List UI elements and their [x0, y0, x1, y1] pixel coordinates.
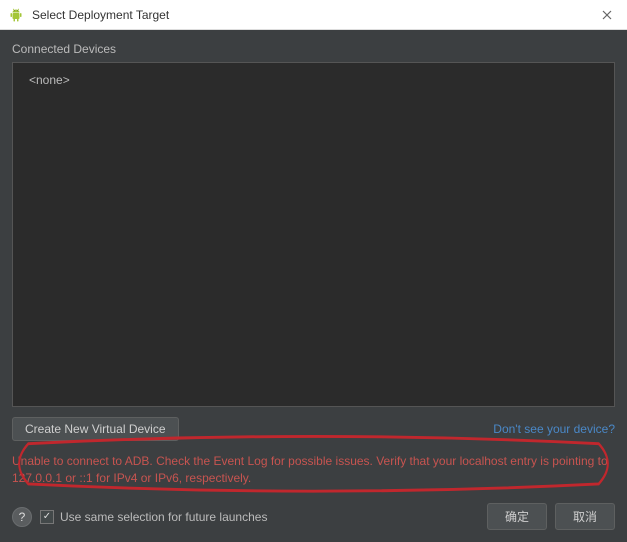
- remember-selection-checkbox[interactable]: ✓ Use same selection for future launches: [40, 510, 267, 524]
- footer-buttons: 确定 取消: [487, 503, 615, 530]
- no-device-link[interactable]: Don't see your device?: [493, 422, 615, 436]
- android-icon: [8, 7, 24, 23]
- help-button[interactable]: ?: [12, 507, 32, 527]
- device-list[interactable]: <none>: [12, 62, 615, 407]
- create-virtual-device-button[interactable]: Create New Virtual Device: [12, 417, 179, 441]
- footer: ? ✓ Use same selection for future launch…: [12, 503, 615, 530]
- dialog-content: Connected Devices <none> Create New Virt…: [0, 30, 627, 542]
- titlebar: Select Deployment Target: [0, 0, 627, 30]
- ok-button[interactable]: 确定: [487, 503, 547, 530]
- close-icon: [602, 10, 612, 20]
- checkbox-label: Use same selection for future launches: [60, 510, 267, 524]
- action-row: Create New Virtual Device Don't see your…: [12, 417, 615, 441]
- error-message: Unable to connect to ADB. Check the Even…: [12, 453, 615, 487]
- error-wrap: Unable to connect to ADB. Check the Even…: [12, 441, 615, 489]
- cancel-button[interactable]: 取消: [555, 503, 615, 530]
- device-list-none: <none>: [25, 71, 602, 87]
- help-icon: ?: [19, 510, 26, 524]
- close-button[interactable]: [587, 0, 627, 30]
- window-title: Select Deployment Target: [32, 8, 169, 22]
- check-icon: ✓: [43, 512, 51, 522]
- connected-devices-label: Connected Devices: [12, 42, 615, 56]
- checkbox-box: ✓: [40, 510, 54, 524]
